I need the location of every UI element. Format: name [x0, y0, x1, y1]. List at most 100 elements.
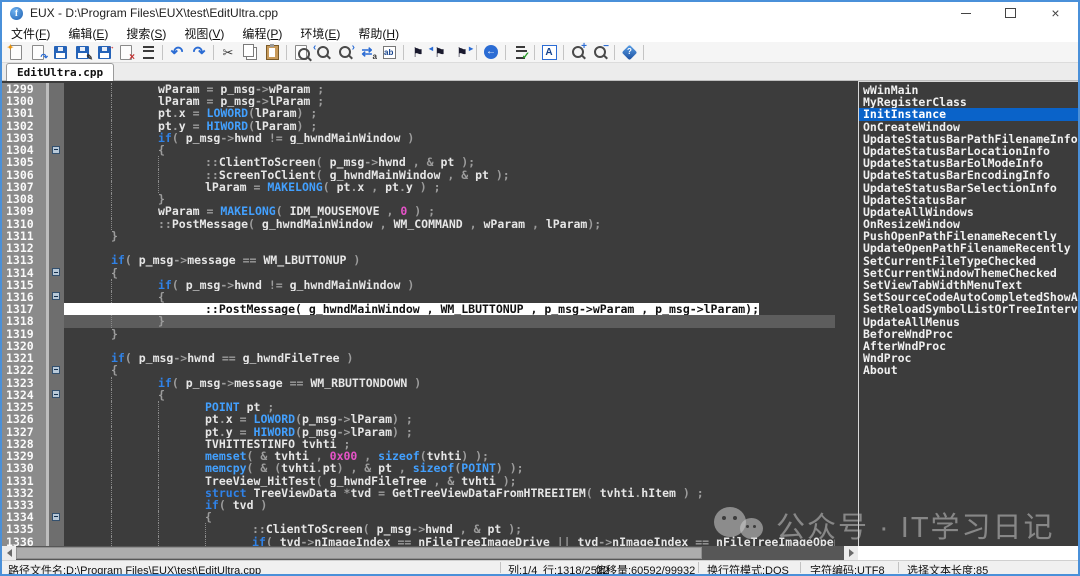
symbol-item-BeforeWndProc[interactable]: BeforeWndProc	[859, 328, 1078, 340]
line-number[interactable]: 1318	[2, 315, 46, 327]
code-text[interactable]: lParam = MAKELONG( pt.x , pt.y ) ;	[64, 181, 835, 193]
selected-text[interactable]: ::PostMessage( g_hwndMainWindow , WM_LBU…	[64, 303, 759, 315]
symbol-item-PushOpenPathFilenameRecently[interactable]: PushOpenPathFilenameRecently	[859, 230, 1078, 242]
line-number[interactable]: 1313	[2, 254, 46, 266]
fold-margin[interactable]	[49, 95, 64, 107]
symbol-item-UpdateOpenPathFilenameRecently[interactable]: UpdateOpenPathFilenameRecently	[859, 242, 1078, 254]
code-line-1317[interactable]: 1317::PostMessage( g_hwndMainWindow , WM…	[2, 303, 835, 315]
code-line-1303[interactable]: 1303if( p_msg->hwnd != g_hwndMainWindow …	[2, 132, 835, 144]
toolbar-syntax-highlight-button[interactable]: A	[538, 43, 560, 62]
fold-margin[interactable]	[49, 536, 64, 546]
code-line-1323[interactable]: 1323if( p_msg->message == WM_RBUTTONDOWN…	[2, 377, 835, 389]
toolbar-bookmark-button[interactable]: ⚑	[407, 43, 429, 62]
scroll-left-button[interactable]	[2, 546, 16, 560]
code-line-1314[interactable]: 1314{	[2, 267, 835, 279]
fold-margin[interactable]	[49, 193, 64, 205]
toolbar-save-as-button[interactable]: ✎	[71, 43, 93, 62]
symbol-item-UpdateStatusBarEolModeInfo[interactable]: UpdateStatusBarEolModeInfo	[859, 157, 1078, 169]
code-line-1312[interactable]: 1312	[2, 242, 835, 254]
code-text[interactable]: if( p_msg->hwnd != g_hwndMainWindow )	[64, 279, 835, 291]
toolbar-redo-button[interactable]: ↷	[188, 43, 210, 62]
line-number[interactable]: 1331	[2, 475, 46, 487]
code-line-1305[interactable]: 1305::ClientToScreen( p_msg->hwnd , & pt…	[2, 156, 835, 168]
code-line-1302[interactable]: 1302pt.y = HIWORD(lParam) ;	[2, 120, 835, 132]
fold-margin[interactable]	[49, 413, 64, 425]
symbol-item-UpdateStatusBarSelectionInfo[interactable]: UpdateStatusBarSelectionInfo	[859, 182, 1078, 194]
code-text[interactable]: pt.y = HIWORD(lParam) ;	[64, 120, 835, 132]
fold-margin[interactable]	[49, 230, 64, 242]
fold-margin[interactable]	[49, 487, 64, 499]
symbol-item-AfterWndProc[interactable]: AfterWndProc	[859, 340, 1078, 352]
fold-margin[interactable]	[49, 107, 64, 119]
code-text[interactable]: ::ClientToScreen( p_msg->hwnd , & pt );	[64, 156, 835, 168]
fold-margin[interactable]	[49, 340, 64, 352]
toolbar-zoom-out-button[interactable]: −	[589, 43, 611, 62]
code-text[interactable]: }	[64, 328, 835, 340]
code-text[interactable]: ::PostMessage( g_hwndMainWindow , WM_LBU…	[64, 303, 835, 315]
code-text[interactable]: pt.y = HIWORD(p_msg->lParam) ;	[64, 426, 835, 438]
code-text[interactable]: if( p_msg->message == WM_RBUTTONDOWN )	[64, 377, 835, 389]
line-number[interactable]: 1314	[2, 267, 46, 279]
fold-margin[interactable]	[49, 377, 64, 389]
code-text[interactable]: pt.x = LOWORD(lParam) ;	[64, 107, 835, 119]
fold-marker[interactable]	[52, 146, 60, 154]
horizontal-scrollbar[interactable]	[2, 546, 858, 560]
toolbar-replace-button[interactable]: ⇄a	[356, 43, 378, 62]
maximize-button[interactable]	[988, 2, 1033, 24]
code-text[interactable]	[64, 340, 835, 352]
code-text[interactable]: if( tvd->nImageIndex == nFileTreeImageDr…	[64, 536, 835, 546]
code-text[interactable]: if( tvd )	[64, 499, 835, 511]
code-text[interactable]: ::PostMessage( g_hwndMainWindow , WM_COM…	[64, 218, 835, 230]
toolbar-about-button[interactable]: ?	[618, 43, 640, 62]
code-line-1324[interactable]: 1324{	[2, 389, 835, 401]
menu-edit[interactable]: 编辑(E)	[59, 25, 117, 42]
line-number[interactable]: 1330	[2, 462, 46, 474]
fold-margin[interactable]	[49, 462, 64, 474]
symbol-item-WndProc[interactable]: WndProc	[859, 352, 1078, 364]
line-number[interactable]: 1327	[2, 426, 46, 438]
code-line-1316[interactable]: 1316{	[2, 291, 835, 303]
menu-program[interactable]: 编程(P)	[233, 25, 291, 42]
code-text[interactable]: {	[64, 389, 835, 401]
symbol-item-OnResizeWindow[interactable]: OnResizeWindow	[859, 218, 1078, 230]
symbol-item-UpdateStatusBarLocationInfo[interactable]: UpdateStatusBarLocationInfo	[859, 145, 1078, 157]
menu-search[interactable]: 搜索(S)	[117, 25, 175, 42]
code-line-1328[interactable]: 1328TVHITTESTINFO tvhti ;	[2, 438, 835, 450]
menu-help[interactable]: 帮助(H)	[349, 25, 408, 42]
toolbar-copy-button[interactable]	[239, 43, 261, 62]
code-line-1333[interactable]: 1333if( tvd )	[2, 499, 835, 511]
fold-margin[interactable]	[49, 401, 64, 413]
code-text[interactable]: POINT pt ;	[64, 401, 835, 413]
code-line-1304[interactable]: 1304{	[2, 144, 835, 156]
line-number[interactable]: 1305	[2, 156, 46, 168]
code-line-1319[interactable]: 1319}	[2, 328, 835, 340]
fold-margin[interactable]	[49, 181, 64, 193]
code-line-1313[interactable]: 1313 if( p_msg->message == WM_LBUTTONUP )	[2, 254, 835, 266]
fold-marker[interactable]	[52, 366, 60, 374]
symbol-item-SetViewTabWidthMenuText[interactable]: SetViewTabWidthMenuText	[859, 279, 1078, 291]
code-line-1315[interactable]: 1315if( p_msg->hwnd != g_hwndMainWindow …	[2, 279, 835, 291]
code-text[interactable]: ::ScreenToClient( g_hwndMainWindow , & p…	[64, 169, 835, 181]
fold-marker[interactable]	[52, 513, 60, 521]
fold-margin[interactable]	[49, 169, 64, 181]
code-text[interactable]: {	[64, 144, 835, 156]
minimize-button[interactable]	[943, 2, 988, 24]
symbol-item-UpdateStatusBarPathFilenameInfo[interactable]: UpdateStatusBarPathFilenameInfo	[859, 133, 1078, 145]
code-text[interactable]: pt.x = LOWORD(p_msg->lParam) ;	[64, 413, 835, 425]
horizontal-scroll-thumb[interactable]	[16, 547, 702, 559]
code-text[interactable]: TVHITTESTINFO tvhti ;	[64, 438, 835, 450]
fold-margin[interactable]	[49, 279, 64, 291]
fold-margin[interactable]	[49, 132, 64, 144]
code-line-1322[interactable]: 1322{	[2, 364, 835, 376]
fold-margin[interactable]	[49, 389, 64, 401]
code-line-1318[interactable]: 1318}	[2, 315, 835, 327]
code-text[interactable]: if( p_msg->message == WM_LBUTTONUP )	[64, 254, 835, 266]
fold-margin[interactable]	[49, 242, 64, 254]
fold-margin[interactable]	[49, 205, 64, 217]
code-line-1331[interactable]: 1331TreeView_HitTest( g_hwndFileTree , &…	[2, 475, 835, 487]
fold-margin[interactable]	[49, 352, 64, 364]
fold-margin[interactable]	[49, 254, 64, 266]
fold-margin[interactable]	[49, 438, 64, 450]
code-line-1330[interactable]: 1330memcpy( & (tvhti.pt) , & pt , sizeof…	[2, 462, 835, 474]
line-number[interactable]: 1322	[2, 364, 46, 376]
